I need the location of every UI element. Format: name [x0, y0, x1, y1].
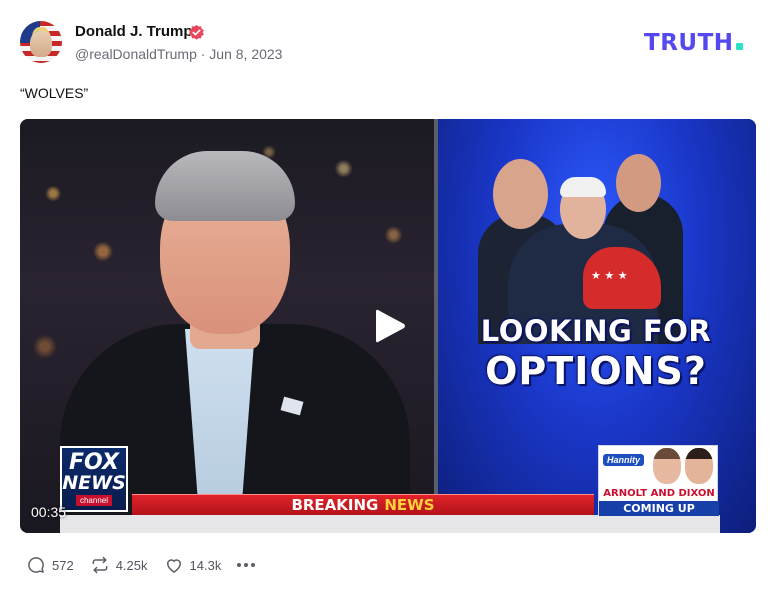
banner-word-2: NEWS — [384, 496, 435, 514]
truth-social-logo[interactable]: TRUTH — [644, 30, 743, 56]
like-count: 14.3k — [189, 557, 222, 573]
play-icon[interactable] — [372, 307, 408, 345]
more-dot — [251, 563, 256, 567]
network-logo: FOX NEWS channel — [60, 446, 128, 512]
figure-center-hair — [560, 177, 606, 197]
banner-word-1: BREAKING — [291, 496, 379, 514]
retruth-icon — [92, 556, 108, 574]
breaking-news-banner: BREAKING NEWS — [132, 494, 594, 515]
lower-third-strip — [60, 515, 720, 533]
truth-post: Donald J. Trump @realDonaldTrump · Jun 8… — [0, 0, 777, 596]
reply-count: 572 — [52, 557, 74, 573]
network-logo-line-1: FOX — [69, 450, 119, 475]
post-text: “WOLVES” — [20, 85, 89, 101]
more-dot — [244, 563, 249, 567]
headline-line-1: LOOKING FOR — [480, 314, 712, 348]
more-dot — [237, 563, 242, 567]
retruth-count: 4.25k — [115, 557, 148, 573]
promo-guest-photo-1 — [653, 448, 681, 484]
promo-guests: ARNOLT AND DIXON — [603, 488, 715, 499]
network-logo-line-3: channel — [75, 495, 113, 506]
network-logo-line-2: NEWS — [62, 472, 126, 494]
video-player[interactable]: LOOKING FOR OPTIONS? FOX NEWS channel BR… — [20, 119, 756, 533]
figure-right-head — [616, 154, 661, 212]
retruth-button[interactable]: 4.25k — [90, 555, 148, 575]
brand-wordmark: TRUTH — [644, 30, 734, 56]
video-timestamp: 00:35 — [31, 504, 67, 520]
more-icon[interactable] — [237, 555, 259, 575]
handle-and-date[interactable]: @realDonaldTrump · Jun 8, 2023 — [75, 46, 282, 62]
reply-icon — [28, 557, 44, 573]
avatar[interactable] — [20, 21, 62, 63]
figure-left-head — [493, 159, 548, 229]
author-name[interactable]: Donald J. Trump — [75, 23, 193, 40]
promo-coming-up: COMING UP — [599, 501, 719, 516]
verified-badge-icon — [189, 24, 204, 40]
brand-dot — [735, 43, 743, 50]
headline-line-2: OPTIONS? — [485, 349, 707, 393]
promo-guest-photo-2 — [685, 448, 713, 484]
like-icon — [166, 559, 181, 573]
show-promo: Hannity ARNOLT AND DIXON COMING UP — [598, 445, 719, 516]
like-button[interactable]: 14.3k — [164, 555, 222, 575]
promo-show-name: Hannity — [603, 454, 645, 466]
action-bar: 572 4.25k 14.3k — [26, 555, 259, 575]
reply-button[interactable]: 572 — [26, 555, 74, 575]
anchor-hair — [155, 151, 295, 221]
